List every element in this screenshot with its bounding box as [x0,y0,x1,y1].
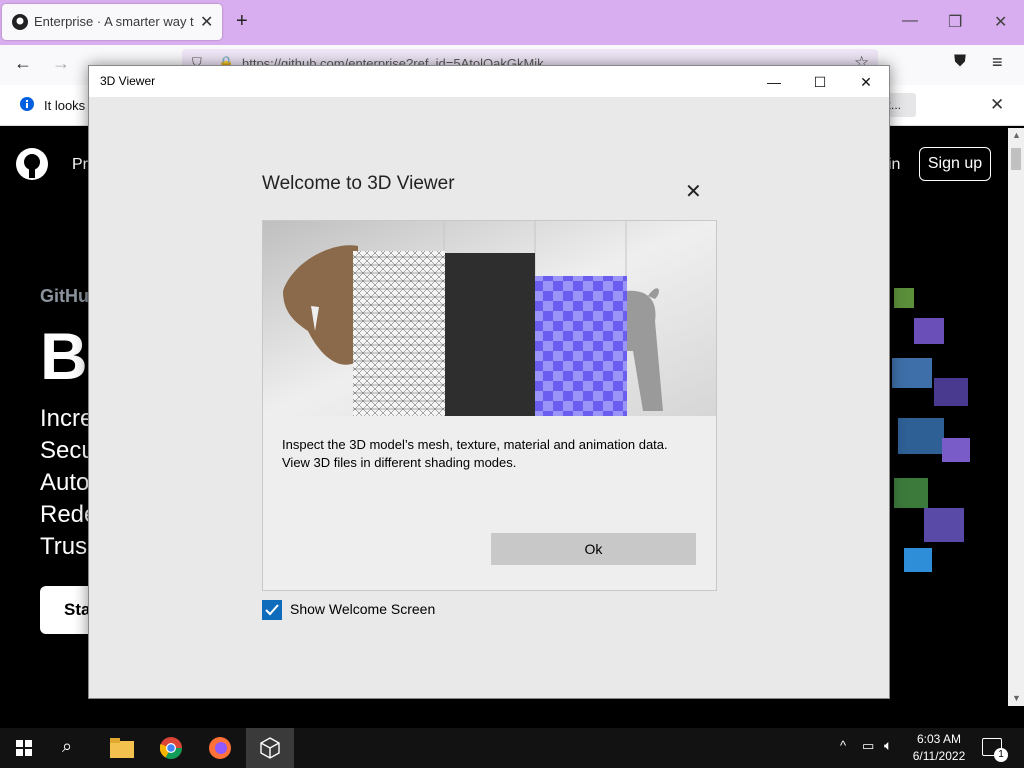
show-welcome-label[interactable]: Show Welcome Screen [290,601,435,617]
scrollbar-thumb[interactable] [1011,148,1021,170]
window-close-icon[interactable]: ✕ [843,71,889,93]
tab-title: Enterprise · A smarter way to work [34,14,194,29]
minimize-icon[interactable]: — [902,12,918,30]
dialog-close-icon[interactable]: ✕ [685,179,702,204]
chrome-icon [160,737,182,759]
network-icon[interactable]: ▭ [862,738,874,754]
scroll-down-icon[interactable]: ▼ [1012,693,1021,703]
back-icon[interactable]: ← [14,53,32,74]
clock-date[interactable]: 6/11/2022 [904,749,974,763]
checkmark-icon [265,604,279,616]
menu-icon[interactable]: ≡ [992,52,1003,73]
3d-viewer-window: 3D Viewer — ☐ ✕ Welcome to 3D Viewer ✕ I… [88,65,890,699]
window-minimize-icon[interactable]: — [751,71,797,93]
taskbar: ⌕ ^ ▭ 🔈︎ 6:03 AM 6/11/2022 1 [0,728,1024,768]
file-explorer-taskbar-button[interactable] [98,728,146,768]
welcome-description-line-2: View 3D files in different shading modes… [282,455,517,470]
window-title-bar[interactable]: 3D Viewer — ☐ ✕ [89,66,889,97]
firefox-icon [209,737,231,759]
chrome-taskbar-button[interactable] [148,728,196,768]
hero-eyebrow: GitHu [40,286,89,306]
pocket-icon[interactable]: ⛊ [954,53,966,71]
ok-button[interactable]: Ok [491,533,696,565]
notification-text: It looks l [44,98,92,113]
nav-product-link[interactable]: Pr [72,156,88,174]
browser-tab[interactable]: Enterprise · A smarter way to work ✕ [2,4,222,40]
hero-bullet: Secu [40,437,95,464]
clock-time[interactable]: 6:03 AM [904,732,974,746]
welcome-description-line-1: Inspect the 3D model’s mesh, texture, ma… [282,437,668,452]
sign-up-button[interactable]: Sign up [919,147,991,181]
volume-icon[interactable]: 🔈︎ [884,737,892,754]
browser-tab-bar: Enterprise · A smarter way to work ✕ + —… [0,0,1024,45]
window-title: 3D Viewer [100,74,156,88]
scroll-up-icon[interactable]: ▲ [1012,130,1021,140]
page-scrollbar[interactable]: ▲ ▼ [1008,128,1024,706]
folder-icon [110,738,134,758]
forward-icon[interactable]: → [52,53,70,74]
hero-bullet: Auto [40,469,90,496]
github-icon [12,14,28,30]
firefox-taskbar-button[interactable] [197,728,245,768]
tray-chevron-icon[interactable]: ^ [840,738,846,753]
3d-viewer-taskbar-button[interactable] [246,728,294,768]
window-maximize-icon[interactable]: ☐ [797,71,843,93]
search-icon[interactable]: ⌕ [62,736,72,757]
show-welcome-checkbox[interactable] [262,600,282,620]
notification-close-icon[interactable]: ✕ [990,95,1004,115]
welcome-card: Inspect the 3D model’s mesh, texture, ma… [262,220,717,591]
hero-bullet: Incre [40,405,94,432]
new-tab-button[interactable]: + [236,10,248,33]
notification-count-badge: 1 [994,748,1008,762]
sabertooth-model-illustration [263,221,716,416]
close-icon[interactable]: ✕ [994,12,1007,32]
hero-bullet: Trus [40,533,88,560]
info-icon [20,97,34,111]
3d-cube-icon [260,737,280,759]
hero-headline: B [40,319,88,393]
restore-icon[interactable]: ❐ [948,12,962,32]
dialog-title: Welcome to 3D Viewer [262,173,455,194]
windows-start-icon[interactable] [16,740,32,756]
hero-illustration [892,288,970,572]
tab-close-icon[interactable]: ✕ [200,12,213,32]
github-logo-icon[interactable] [16,148,48,180]
